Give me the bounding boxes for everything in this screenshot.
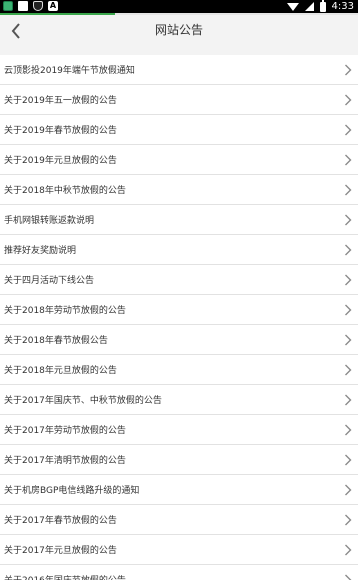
chevron-right-icon [344, 394, 352, 406]
announcement-item[interactable]: 关于2017年劳动节放假的公告 [0, 415, 358, 445]
announcement-title: 关于2017年劳动节放假的公告 [4, 426, 126, 436]
announcement-title: 关于2017年春节放假的公告 [4, 516, 117, 526]
square-icon [18, 1, 28, 11]
a-icon: A [48, 1, 58, 11]
notification-icons: A [3, 1, 58, 11]
battery-icon [319, 0, 326, 12]
announcement-title: 推荐好友奖励说明 [4, 246, 77, 256]
nav-bar: 网站公告 [0, 15, 358, 55]
announcement-item[interactable]: 关于机房BGP电信线路升级的通知 [0, 475, 358, 505]
announcement-item[interactable]: 关于2016年国庆节放假的公告 [0, 565, 358, 580]
system-icons: 4:33 [286, 0, 354, 13]
announcement-title: 关于2017年元旦放假的公告 [4, 546, 117, 556]
clock: 4:33 [331, 1, 354, 12]
chevron-right-icon [344, 574, 352, 580]
announcement-title: 关于2018年春节放假公告 [4, 336, 108, 346]
chevron-right-icon [344, 364, 352, 376]
announcement-title: 云顶影投2019年端午节放假通知 [4, 66, 135, 76]
chevron-right-icon [344, 274, 352, 286]
announcement-item[interactable]: 关于2017年清明节放假的公告 [0, 445, 358, 475]
announcement-item[interactable]: 关于2018年中秋节放假的公告 [0, 175, 358, 205]
shield-icon [33, 1, 43, 11]
chevron-right-icon [344, 304, 352, 316]
status-bar: A 4:33 [0, 0, 358, 13]
app-icon [3, 1, 13, 11]
chevron-right-icon [344, 334, 352, 346]
signal-icon [304, 2, 314, 11]
announcement-item[interactable]: 关于2017年国庆节、中秋节放假的公告 [0, 385, 358, 415]
chevron-right-icon [344, 454, 352, 466]
announcement-list: 云顶影投2019年端午节放假通知 关于2019年五一放假的公告 关于2019年春节放… [0, 55, 358, 580]
announcement-title: 关于2018年中秋节放假的公告 [4, 186, 126, 196]
chevron-right-icon [344, 124, 352, 136]
wifi-icon [286, 2, 299, 11]
chevron-right-icon [344, 424, 352, 436]
chevron-right-icon [344, 484, 352, 496]
announcement-item[interactable]: 关于2018年元旦放假的公告 [0, 355, 358, 385]
announcement-item[interactable]: 关于四月活动下线公告 [0, 265, 358, 295]
announcement-title: 关于2019年春节放假的公告 [4, 126, 117, 136]
chevron-right-icon [344, 64, 352, 76]
announcement-item[interactable]: 手机网银转账返款说明 [0, 205, 358, 235]
announcement-title: 关于2018年元旦放假的公告 [4, 366, 117, 376]
announcement-title: 关于2016年国庆节放假的公告 [4, 573, 126, 580]
page-title: 网站公告 [154, 23, 203, 37]
announcement-title: 关于2017年清明节放假的公告 [4, 456, 126, 466]
announcement-item[interactable]: 云顶影投2019年端午节放假通知 [0, 55, 358, 85]
announcement-item[interactable]: 推荐好友奖励说明 [0, 235, 358, 265]
chevron-right-icon [344, 244, 352, 256]
announcement-item[interactable]: 关于2018年劳动节放假的公告 [0, 295, 358, 325]
announcement-title: 关于四月活动下线公告 [4, 276, 95, 286]
announcement-item[interactable]: 关于2019年五一放假的公告 [0, 85, 358, 115]
chevron-right-icon [344, 214, 352, 226]
chevron-right-icon [344, 94, 352, 106]
announcement-title: 关于机房BGP电信线路升级的通知 [4, 486, 140, 496]
announcement-item[interactable]: 关于2019年元旦放假的公告 [0, 145, 358, 175]
announcement-item[interactable]: 关于2018年春节放假公告 [0, 325, 358, 355]
chevron-right-icon [344, 544, 352, 556]
announcement-title: 关于2019年五一放假的公告 [4, 96, 117, 106]
announcement-title: 关于2017年国庆节、中秋节放假的公告 [4, 396, 162, 406]
announcement-item[interactable]: 关于2019年春节放假的公告 [0, 115, 358, 145]
chevron-right-icon [344, 184, 352, 196]
chevron-right-icon [344, 154, 352, 166]
chevron-right-icon [344, 514, 352, 526]
announcement-title: 关于2019年元旦放假的公告 [4, 156, 117, 166]
announcement-item[interactable]: 关于2017年春节放假的公告 [0, 505, 358, 535]
announcement-title: 手机网银转账返款说明 [4, 216, 95, 226]
announcement-item[interactable]: 关于2017年元旦放假的公告 [0, 535, 358, 565]
announcement-title: 关于2018年劳动节放假的公告 [4, 306, 126, 316]
